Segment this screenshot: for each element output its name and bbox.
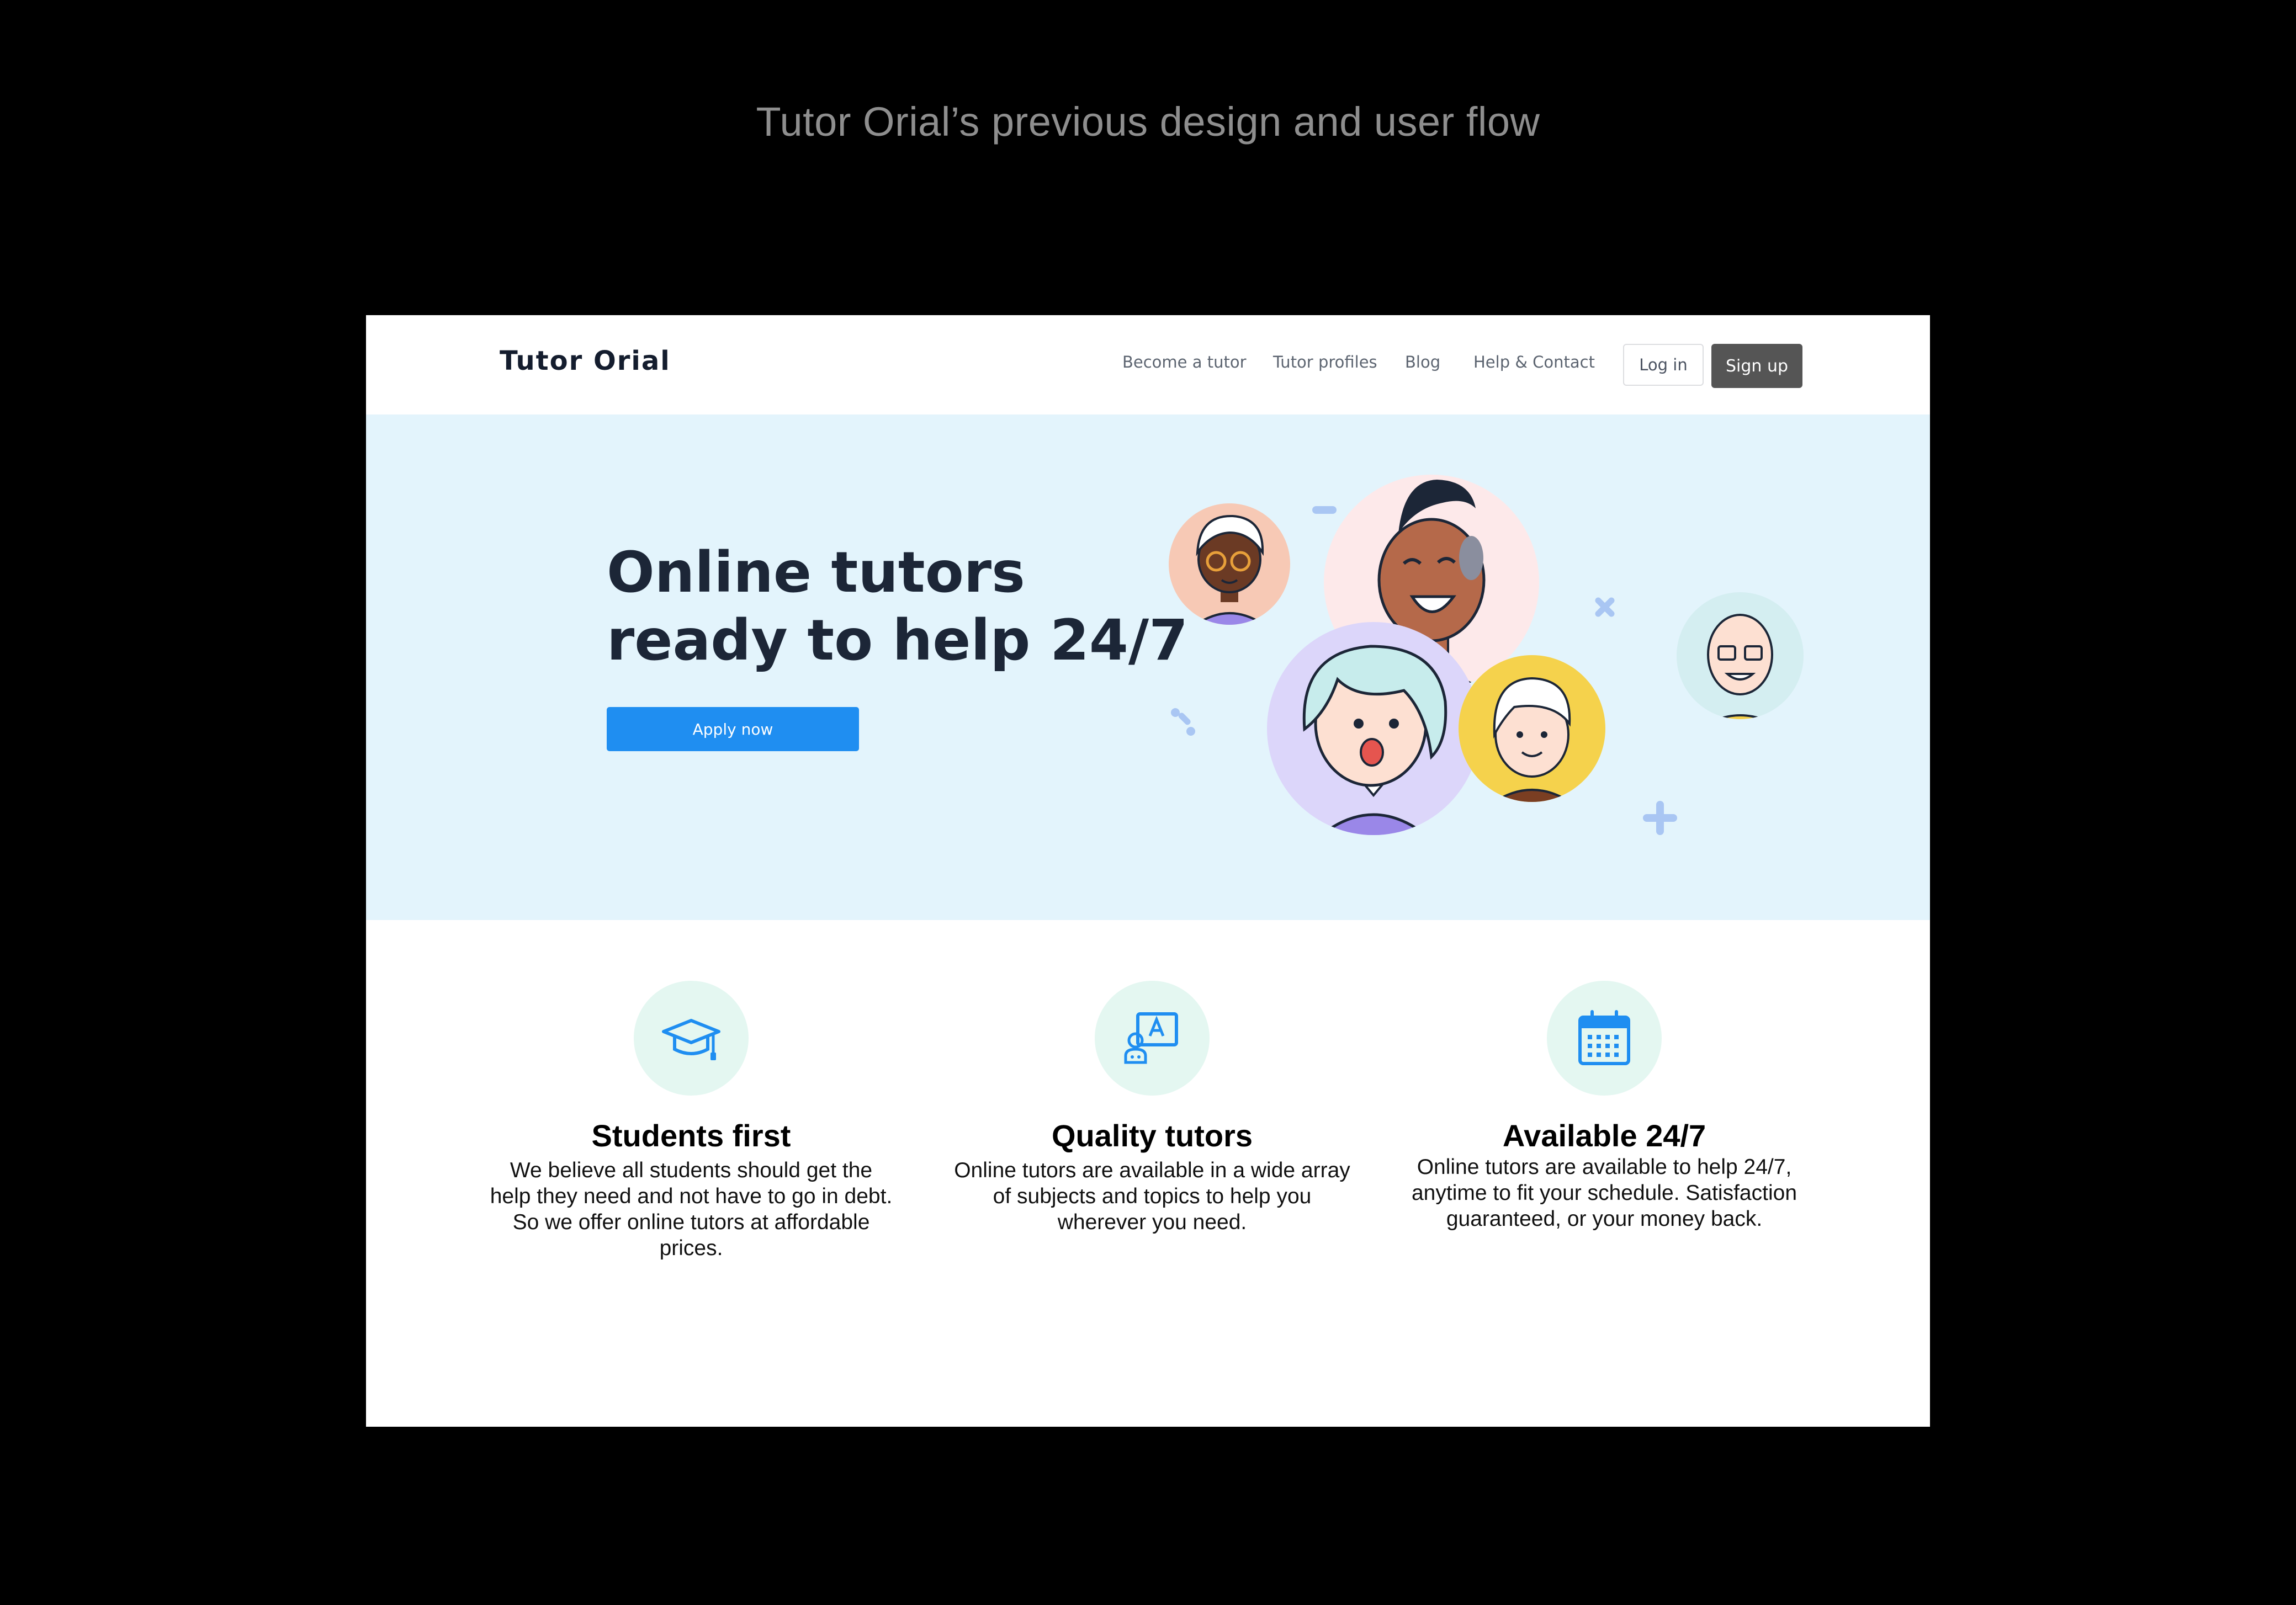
calendar-icon [1547, 981, 1662, 1096]
percent-decoration [1171, 708, 1195, 736]
signup-button[interactable]: Sign up [1711, 344, 1802, 388]
tutor-board-icon [1095, 981, 1210, 1096]
tutor-avatar-smiling-woman [1459, 655, 1605, 802]
feature-description: Online tutors are available to help 24/7… [1411, 1155, 1797, 1231]
tutor-avatar-man-glasses [1677, 592, 1804, 719]
tutor-avatar-surprised-woman [1267, 622, 1480, 835]
minus-decoration [1312, 506, 1337, 514]
feature-title: Quality tutors [1051, 1118, 1253, 1153]
tutors-illustration [1169, 475, 1804, 835]
login-button[interactable]: Log in [1623, 344, 1704, 386]
nav-become-a-tutor[interactable]: Become a tutor [1122, 353, 1247, 371]
feature-description: We believe all students should get the h… [490, 1158, 893, 1260]
hero-section: Online tutors ready to help 24/7 Apply n… [366, 414, 1930, 920]
tutor-avatar-woman-glasses [1169, 503, 1290, 625]
page-caption: Tutor Orial’s previous design and user f… [756, 99, 1540, 145]
nav-help-contact[interactable]: Help & Contact [1473, 353, 1595, 371]
feature-title: Available 24/7 [1502, 1118, 1706, 1153]
brand-logo[interactable]: Tutor Orial [500, 346, 671, 376]
feature-description: Online tutors are available in a wide ar… [954, 1158, 1350, 1234]
website-mockup: Tutor Orial Become a tutor Tutor profile… [366, 315, 1930, 1427]
site-header: Tutor Orial Become a tutor Tutor profile… [366, 315, 1930, 414]
cross-decoration [1595, 597, 1615, 617]
nav-tutor-profiles[interactable]: Tutor profiles [1273, 353, 1377, 371]
nav-blog[interactable]: Blog [1405, 353, 1440, 371]
plus-decoration [1643, 801, 1677, 835]
graduation-cap-icon [634, 981, 749, 1096]
feature-title: Students first [591, 1118, 791, 1153]
